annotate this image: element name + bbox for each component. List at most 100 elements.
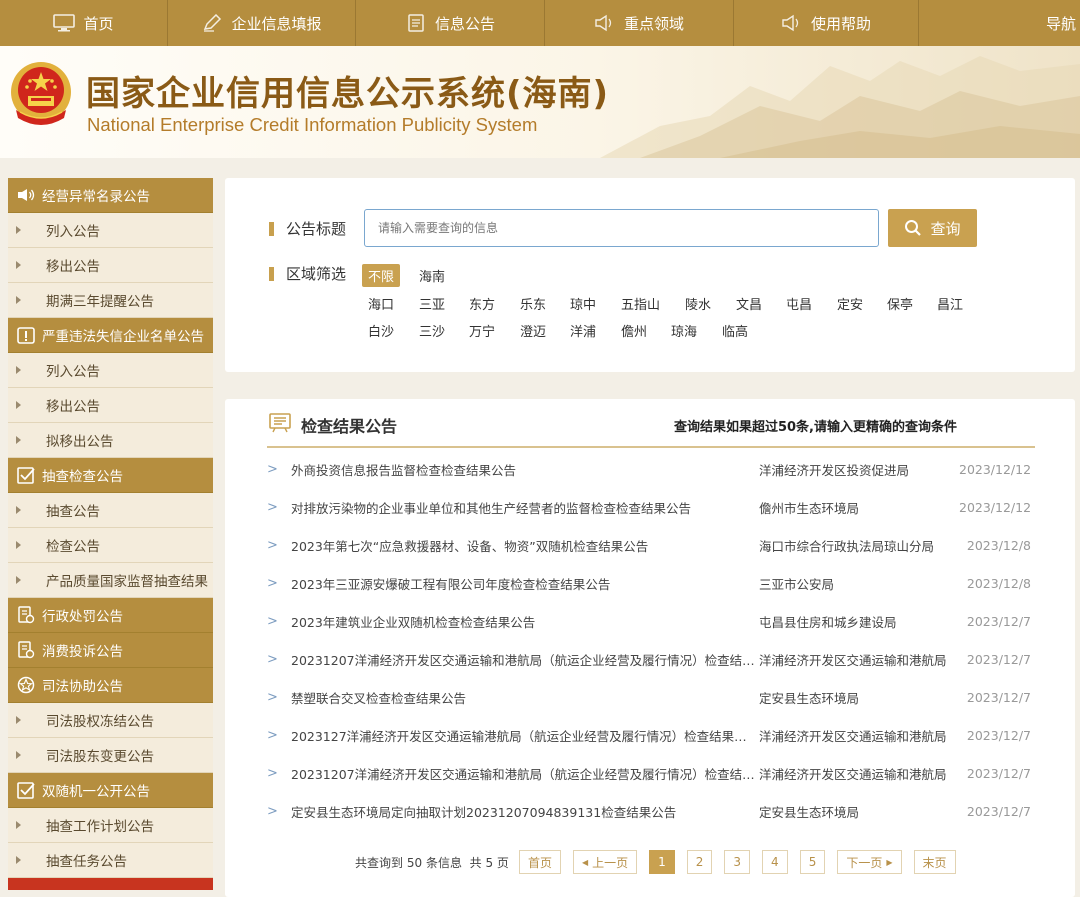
nav-help[interactable]: 使用帮助 [734,0,919,46]
region-option[interactable]: 昌江 [931,292,969,315]
caret-right-icon [16,716,21,724]
region-option[interactable]: 乐东 [514,292,552,315]
row-title[interactable]: 2023127洋浦经济开发区交通运输港航局（航运企业经营及履行情况）检查结果公告 [291,726,759,745]
table-row[interactable]: >20231207洋浦经济开发区交通运输和港航局（航运企业经营及履行情况）检查结… [267,640,1037,678]
region-hainan[interactable]: 海南 [413,264,451,287]
sidebar-item[interactable]: 产品质量国家监督抽查结果 [8,563,213,598]
sidebar-section-judicial[interactable]: 司法协助公告 [8,668,213,703]
row-title[interactable]: 定安县生态环境局定向抽取计划20231207094839131检查结果公告 [291,802,759,821]
page-button[interactable]: 2 [686,850,713,874]
megaphone-icon [16,185,36,205]
search-input[interactable] [364,209,879,247]
nav-info-notice[interactable]: 信息公告 [356,0,545,46]
pager-pages-prefix: 共 [469,855,482,870]
sidebar-item[interactable]: 列入公告 [8,213,213,248]
region-option[interactable]: 东方 [463,292,501,315]
sidebar-item-label: 司法股东变更公告 [46,749,154,765]
row-title[interactable]: 2023年建筑业企业双随机检查检查结果公告 [291,612,759,631]
region-option[interactable]: 洋浦 [564,319,602,342]
region-filter-text: 区域筛选 [286,265,347,283]
nav-home[interactable]: 首页 [0,0,168,46]
sidebar-item[interactable]: 移出公告 [8,388,213,423]
page-button[interactable]: 4 [762,850,788,874]
nav-help-label: 使用帮助 [810,14,871,33]
table-row[interactable]: >2023年建筑业企业双随机检查检查结果公告 屯昌县住房和城乡建设局 2023/12… [267,602,1037,640]
first-page-button[interactable]: 首页 [518,850,561,874]
row-title[interactable]: 外商投资信息报告监督检查检查结果公告 [291,460,759,479]
table-row[interactable]: >2023127洋浦经济开发区交通运输港航局（航运企业经营及履行情况）检查结果公… [267,716,1037,754]
sidebar-item[interactable]: 司法股权冻结公告 [8,703,213,738]
sidebar-section-label: 抽查检查公告 [42,469,123,485]
next-page-button[interactable]: 下一页 ▶ [837,850,902,874]
last-page-button[interactable]: 末页 [913,850,956,874]
sidebar-item[interactable]: 拟移出公告 [8,423,213,458]
table-row[interactable]: > 禁塑联合交叉检查检查结果公告 定安县生态环境局 2023/12/7 [267,678,1037,716]
region-option[interactable]: 五指山 [615,292,666,315]
table-row[interactable]: > 定安县生态环境局定向抽取计划20231207094839131检查结果公告 定安… [267,792,1037,830]
sidebar-item-label: 抽查任务公告 [46,854,127,870]
region-option[interactable]: 海口 [362,292,400,315]
region-option[interactable]: 保亭 [881,292,919,315]
nav-key-areas-label: 重点领域 [623,14,684,33]
sidebar-section-double-random[interactable]: 双随机一公开公告 [8,773,213,808]
region-option[interactable]: 白沙 [362,319,400,342]
sidebar-item[interactable]: 司法股东变更公告 [8,738,213,773]
row-date: 2023/12/7 [966,765,1031,781]
page-button[interactable]: 3 [724,850,751,874]
region-option[interactable]: 万宁 [463,319,501,342]
region-option[interactable]: 屯昌 [780,292,818,315]
sidebar-item[interactable]: 抽查工作计划公告 [8,808,213,843]
region-all[interactable]: 不限 [362,264,401,287]
row-date: 2023/12/7 [966,727,1031,743]
sidebar-item[interactable]: 检查公告 [8,528,213,563]
region-option[interactable]: 三沙 [413,319,451,342]
table-row[interactable]: >20231207洋浦经济开发区交通运输和港航局（航运企业经营及履行情况）检查结… [267,754,1037,792]
sidebar-item[interactable]: 列入公告 [8,353,213,388]
region-filter-label: 区域筛选 [269,263,346,284]
document-icon [405,14,427,32]
table-row[interactable]: > 对排放污染物的企业事业单位和其他生产经营者的监督检查检查结果公告 儋州市生态环境… [267,488,1037,526]
row-title[interactable]: 20231207洋浦经济开发区交通运输和港航局（航运企业经营及履行情况）检查结果… [291,764,759,783]
page-button-current[interactable]: 1 [649,850,675,874]
table-row[interactable]: >2023年第七次“应急救援器材、设备、物资”双随机检查结果公告 海口市综合行政执… [267,526,1037,564]
table-row[interactable]: >2023年三亚源安爆破工程有限公司年度检查检查结果公告 三亚市公安局 2023/1… [267,564,1037,602]
search-button[interactable]: 查询 [888,209,977,247]
top-nav: 首页 企业信息填报 信息公告 重点领域 使用帮助 导航 [0,0,1080,46]
sidebar-item[interactable]: 抽查任务公告 [8,843,213,878]
region-option[interactable]: 三亚 [413,292,451,315]
sidebar-section-spot-check[interactable]: 抽查检查公告 [8,458,213,493]
sidebar-section-admin-penalty[interactable]: 行政处罚公告 [8,598,213,633]
region-option[interactable]: 文昌 [730,292,768,315]
region-option[interactable]: 澄迈 [514,319,552,342]
row-title[interactable]: 2023年第七次“应急救援器材、设备、物资”双随机检查结果公告 [291,536,759,555]
nav-navigation[interactable]: 导航 [919,0,1080,46]
sidebar-section-label: 行政处罚公告 [42,609,123,625]
sidebar-section-consumer-complaint[interactable]: 消费投诉公告 [8,633,213,668]
sidebar-item[interactable]: 期满三年提醒公告 [8,283,213,318]
prev-page-button[interactable]: ◀ 上一页 [572,850,638,874]
region-option[interactable]: 定安 [831,292,869,315]
row-title[interactable]: 对排放污染物的企业事业单位和其他生产经营者的监督检查检查结果公告 [291,498,759,517]
sidebar-item[interactable]: 移出公告 [8,248,213,283]
sidebar-section-abnormal[interactable]: 经营异常名录公告 [8,178,213,213]
page-button[interactable]: 5 [799,850,826,874]
row-title[interactable]: 2023年三亚源安爆破工程有限公司年度检查检查结果公告 [291,574,759,593]
sidebar-section-label: 双随机一公开公告 [42,784,150,800]
region-option[interactable]: 琼中 [564,292,602,315]
row-date: 2023/12/7 [966,689,1031,705]
region-option[interactable]: 临高 [716,319,754,342]
row-title[interactable]: 禁塑联合交叉检查检查结果公告 [291,688,759,707]
region-option[interactable]: 琼海 [665,319,703,342]
sidebar-next-section[interactable] [8,878,213,890]
region-option[interactable]: 陵水 [679,292,717,315]
nav-key-areas[interactable]: 重点领域 [545,0,734,46]
region-option[interactable]: 儋州 [615,319,653,342]
row-title[interactable]: 20231207洋浦经济开发区交通运输和港航局（航运企业经营及履行情况）检查结果… [291,650,759,669]
caret-right-icon [16,436,21,444]
results-title: 检查结果公告 [301,417,398,436]
table-row[interactable]: > 外商投资信息报告监督检查检查结果公告 洋浦经济开发区投资促进局 2023/12/… [267,450,1037,488]
next-page-label: 下一页 [846,855,883,870]
nav-enterprise-report[interactable]: 企业信息填报 [168,0,356,46]
sidebar-section-serious-violation[interactable]: 严重违法失信企业名单公告 [8,318,213,353]
sidebar-item[interactable]: 抽查公告 [8,493,213,528]
